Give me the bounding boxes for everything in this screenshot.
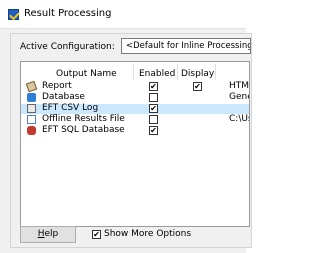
help-accelerator: H xyxy=(37,229,45,239)
row-target: C:\Use xyxy=(229,114,249,124)
file-icon xyxy=(27,115,36,124)
enabled-checkbox[interactable]: ✔ xyxy=(149,104,158,113)
column-separator[interactable] xyxy=(215,64,216,80)
display-checkbox[interactable]: ✔ xyxy=(193,82,202,91)
table-row[interactable]: EFT SQL Database ✔ xyxy=(21,125,249,136)
sql-database-icon xyxy=(27,126,36,135)
column-separator[interactable] xyxy=(177,64,178,80)
row-name: Database xyxy=(42,92,85,102)
column-header-output-name[interactable]: Output Name xyxy=(56,69,117,79)
help-button[interactable]: Help xyxy=(20,226,76,243)
active-configuration-combo[interactable]: <Default for Inline Processing> xyxy=(121,38,251,54)
row-target: Gener xyxy=(229,92,249,102)
table-row[interactable]: EFT CSV Log ✔ xyxy=(21,103,249,114)
table-row[interactable]: Report ✔ ✔ HTML xyxy=(21,80,250,93)
column-separator[interactable] xyxy=(133,64,134,80)
title-bar: Result Processing xyxy=(0,0,246,29)
show-more-options-label[interactable]: Show More Options xyxy=(104,229,191,239)
table-row[interactable]: Database Gener xyxy=(21,92,249,103)
table-header: Output Name Enabled Display xyxy=(21,62,249,82)
row-name: EFT CSV Log xyxy=(42,103,99,113)
output-table: Output Name Enabled Display Report ✔ ✔ H… xyxy=(20,61,250,227)
result-processing-window: Result Processing Active Configuration: … xyxy=(0,0,252,253)
row-name: Report xyxy=(42,81,72,91)
database-icon xyxy=(27,93,36,102)
table-row[interactable]: Offline Results File C:\Use xyxy=(21,114,249,125)
row-target: HTML xyxy=(229,81,250,91)
csv-log-icon xyxy=(27,104,36,113)
enabled-checkbox[interactable] xyxy=(149,93,158,102)
show-more-options-checkbox[interactable]: ✔ xyxy=(92,230,101,239)
column-header-enabled[interactable]: Enabled xyxy=(139,69,175,79)
row-name: EFT SQL Database xyxy=(42,125,125,135)
window-title: Result Processing xyxy=(24,8,112,19)
enabled-checkbox[interactable]: ✔ xyxy=(149,82,158,91)
report-icon xyxy=(25,80,38,93)
row-name: Offline Results File xyxy=(42,114,125,124)
help-label: elp xyxy=(44,229,59,239)
column-header-display[interactable]: Display xyxy=(181,69,214,79)
enabled-checkbox[interactable]: ✔ xyxy=(149,126,158,135)
enabled-checkbox[interactable] xyxy=(149,115,158,124)
active-configuration-label: Active Configuration: xyxy=(20,42,115,52)
app-icon xyxy=(8,9,19,20)
